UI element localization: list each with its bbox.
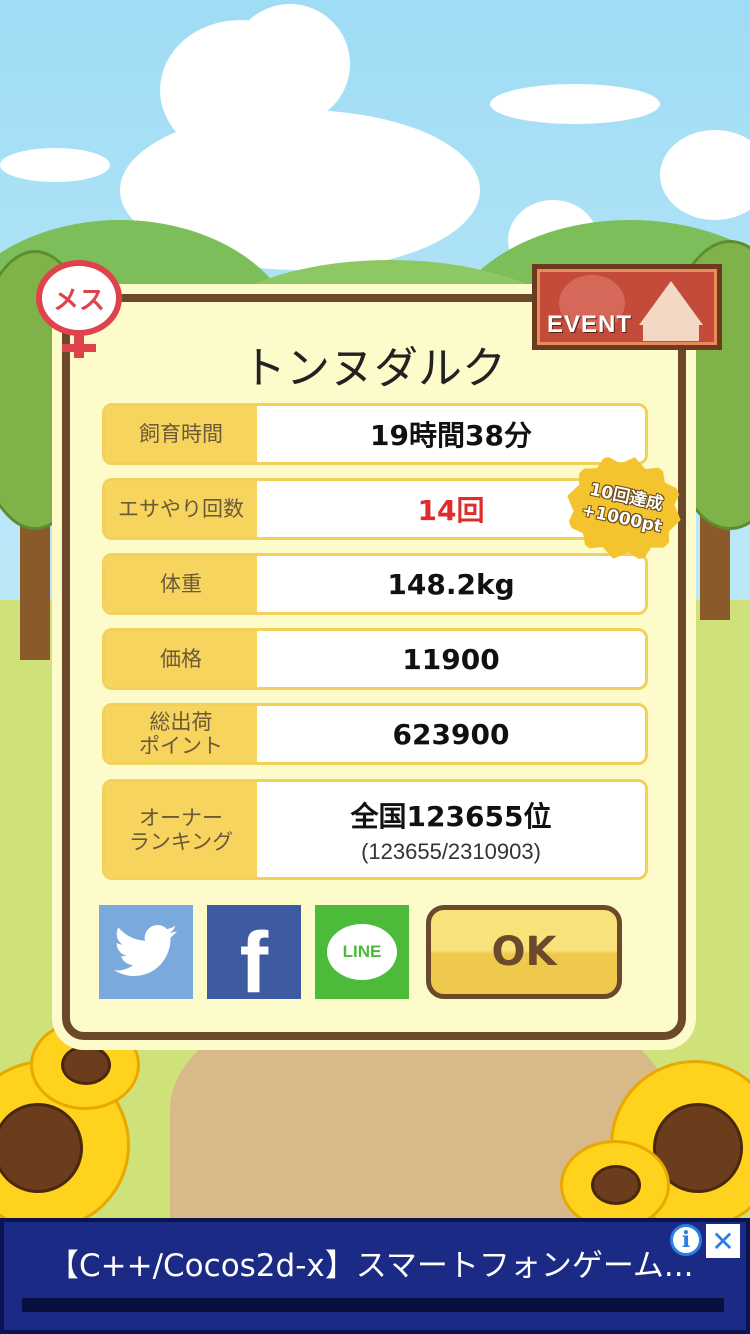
stat-row-breeding-time: 飼育時間 19時間38分 [102,403,648,465]
stat-label: 価格 [105,631,257,687]
event-label: EVENT [547,311,633,338]
stat-value: 623900 [392,717,510,751]
stat-label: エサやり回数 [105,481,257,537]
stat-row-price: 価格 11900 [102,628,648,690]
ok-button[interactable]: OK [426,905,622,999]
twitter-share-button[interactable] [99,905,193,999]
stat-row-feeding-count: エサやり回数 14回 [102,478,648,540]
stat-value: 19時間38分 [370,419,532,452]
circus-tent-icon [639,281,703,325]
stat-label: 体重 [105,556,257,612]
stat-row-weight: 体重 148.2kg [102,553,648,615]
event-button[interactable]: EVENT [532,264,722,350]
gender-label: メス [36,260,122,336]
stat-value: 全国123655位 (123655/2310903) [350,799,552,864]
facebook-share-button[interactable]: f [207,905,301,1011]
ad-text[interactable]: 【C++/Cocos2d-x】スマートフォンゲーム... [48,1240,693,1285]
ad-underline [22,1298,724,1312]
close-icon[interactable]: ✕ [706,1224,740,1258]
stat-row-shipping-points: 総出荷 ポイント 623900 [102,703,648,765]
stat-label: 総出荷 ポイント [105,706,257,762]
cloud [0,148,110,182]
stat-value: 148.2kg [387,567,515,601]
stat-value: 11900 [402,642,500,676]
facebook-f-icon: f [239,914,269,1011]
female-gender-icon: メス [36,260,122,358]
twitter-bird-icon [114,925,177,976]
cloud [490,84,660,124]
ranking-detail: (123655/2310903) [361,838,541,864]
stat-label: オーナー ランキング [105,782,257,877]
cloud [230,4,350,124]
ad-banner[interactable]: 【C++/Cocos2d-x】スマートフォンゲーム... i ✕ [0,1218,750,1334]
info-icon[interactable]: i [670,1224,702,1256]
line-share-button[interactable]: LINE [315,905,409,999]
stat-label: 飼育時間 [105,406,257,462]
line-logo-icon: LINE [327,924,397,980]
stat-row-owner-ranking: オーナー ランキング 全国123655位 (123655/2310903) [102,779,648,880]
